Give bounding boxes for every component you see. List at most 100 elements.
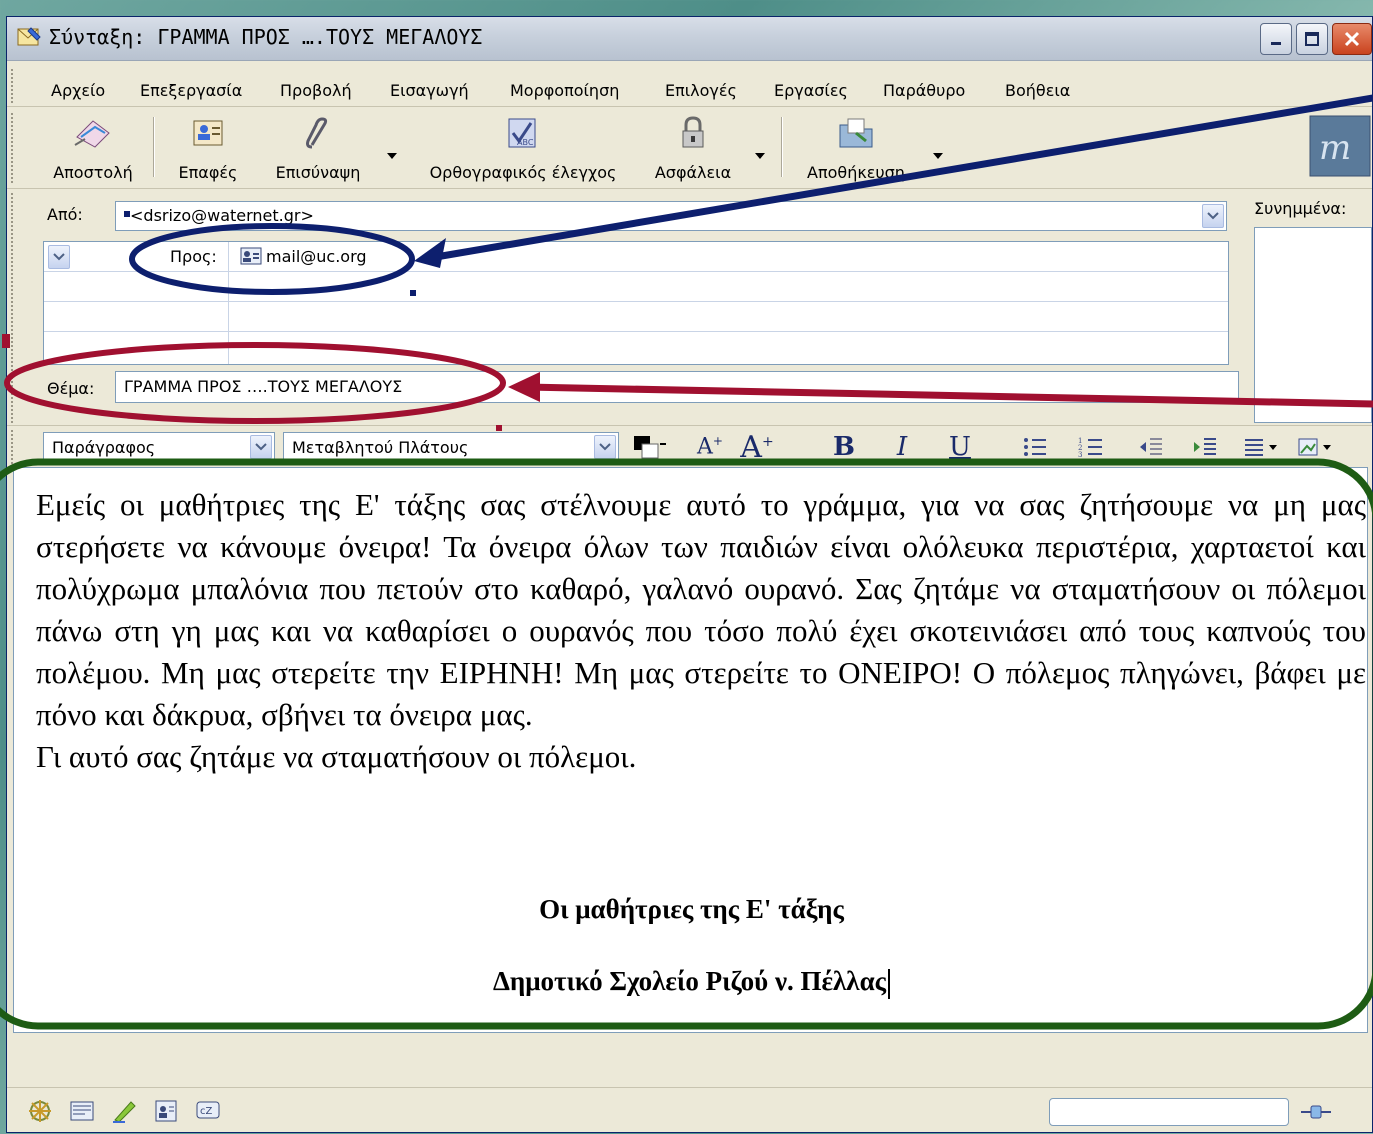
indent-button[interactable]: [1189, 430, 1221, 464]
to-label: Προς:: [170, 247, 217, 266]
italic-icon: I: [896, 432, 908, 462]
message-body: Εμείς οι μαθήτριες της Ε' τάξης σας στέλ…: [36, 484, 1366, 778]
svg-text:ABC: ABC: [517, 138, 534, 147]
font-select[interactable]: Μεταβλητού Πλάτους: [283, 432, 619, 462]
contacts-icon: [193, 120, 223, 146]
menu-edit[interactable]: Επεξεργασία: [140, 81, 242, 100]
outdent-button[interactable]: [1135, 430, 1167, 464]
menu-file[interactable]: Αρχείο: [51, 81, 105, 100]
paragraph-dropdown-button[interactable]: [250, 435, 272, 459]
font-larger-button[interactable]: A+: [737, 429, 777, 465]
save-dropdown-arrow[interactable]: [933, 153, 943, 159]
irc-chat-icon[interactable]: cZ: [195, 1098, 221, 1124]
progress-bar: [1049, 1098, 1289, 1126]
text-color-button[interactable]: [629, 430, 671, 464]
composer-icon[interactable]: [111, 1098, 137, 1124]
recipient-row-empty[interactable]: [44, 302, 1228, 332]
numbered-list-icon: 123: [1078, 437, 1102, 458]
security-button[interactable]: Ασφάλεια: [643, 109, 743, 185]
underline-button[interactable]: U: [945, 430, 975, 464]
font-smaller-button[interactable]: A+: [693, 430, 727, 464]
format-grip[interactable]: [11, 430, 17, 464]
address-card-icon: [240, 247, 262, 265]
chevron-down-icon: [599, 443, 611, 451]
menu-insert[interactable]: Εισαγωγή: [390, 81, 469, 100]
recipient-row-empty[interactable]: [44, 332, 1228, 362]
maximize-button[interactable]: [1296, 23, 1328, 55]
attach-button[interactable]: Επισύναψη: [263, 109, 373, 185]
bullet-list-icon: [1024, 438, 1046, 456]
main-toolbar: Αποστολή Επαφές Επισύναψη ABC Ορθογραφικ…: [7, 107, 1372, 189]
menu-grip[interactable]: [11, 69, 17, 103]
menu-format[interactable]: Μορφοποίηση: [510, 81, 619, 100]
recipient-row[interactable]: Προς: mail@uc.org: [44, 242, 1228, 272]
attachments-label: Συνημμένα:: [1254, 199, 1347, 218]
insert-image-icon: [1298, 438, 1331, 456]
close-button[interactable]: [1332, 23, 1372, 55]
mozilla-logo-icon: m: [1309, 115, 1371, 177]
window-title: Σύνταξη: ΓΡΑΜΜΑ ΠΡΟΣ ….ΤΟΥΣ ΜΕΓΑΛΟΥΣ: [49, 25, 483, 49]
svg-text:m: m: [1319, 128, 1351, 168]
subject-input[interactable]: ΓΡΑΜΜΑ ΠΡΟΣ ….ΤΟΥΣ ΜΕΓΑΛΟΥΣ: [115, 371, 1239, 403]
online-status-icon[interactable]: [1299, 1098, 1333, 1126]
toolbar-grip[interactable]: [11, 113, 17, 183]
menu-help[interactable]: Βοήθεια: [1005, 81, 1070, 100]
menu-window[interactable]: Παράθυρο: [883, 81, 965, 100]
menu-tools[interactable]: Εργασίες: [774, 81, 848, 100]
text-caret: [888, 968, 891, 999]
save-button[interactable]: Αποθήκευση: [791, 109, 921, 185]
address-header: Από: <dsrizo@waternet.gr> Προς: mail@uc.…: [7, 189, 1240, 425]
maximize-icon: [1305, 32, 1319, 46]
align-button[interactable]: [1241, 430, 1285, 464]
to-value[interactable]: mail@uc.org: [266, 247, 367, 266]
font-larger-icon: A+: [740, 429, 774, 465]
paragraph-style-select[interactable]: Παράγραφος: [43, 432, 275, 462]
font-dropdown-button[interactable]: [594, 435, 616, 459]
bold-icon: B: [833, 432, 855, 462]
minimize-button[interactable]: [1260, 23, 1292, 55]
outdent-icon: [1140, 438, 1162, 455]
menu-bar: Αρχείο Επεξεργασία Προβολή Εισαγωγή Μορφ…: [7, 61, 1372, 107]
insert-object-button[interactable]: [1295, 430, 1339, 464]
message-body-editor[interactable]: Εμείς οι μαθήτριες της Ε' τάξης σας στέλ…: [13, 467, 1368, 1033]
spellcheck-icon: ABC: [508, 118, 536, 148]
recipient-row-empty[interactable]: [44, 272, 1228, 302]
close-icon: [1344, 31, 1360, 47]
subject-label: Θέμα:: [47, 379, 95, 398]
mail-icon[interactable]: [69, 1098, 95, 1124]
toolbar-separator: [781, 117, 783, 177]
from-dropdown-button[interactable]: [1202, 204, 1224, 228]
attach-dropdown-arrow[interactable]: [387, 153, 397, 159]
menu-options[interactable]: Επιλογές: [665, 81, 737, 100]
chevron-down-icon: [1207, 212, 1219, 220]
navigator-icon[interactable]: [27, 1098, 53, 1124]
align-icon: [1245, 439, 1277, 456]
bold-button[interactable]: B: [829, 430, 859, 464]
compose-window: Σύνταξη: ΓΡΑΜΜΑ ΠΡΟΣ ….ΤΟΥΣ ΜΕΓΑΛΟΥΣ Αρχ…: [6, 16, 1373, 1133]
signature-line-2: Δημοτικό Σχολείο Ριζού ν. Πέλλας: [14, 966, 1369, 999]
chevron-down-icon: [53, 253, 65, 261]
from-label: Από:: [47, 205, 83, 224]
address-book-icon[interactable]: [153, 1098, 179, 1124]
attachments-list[interactable]: [1254, 227, 1372, 423]
title-bar: Σύνταξη: ΓΡΑΜΜΑ ΠΡΟΣ ….ΤΟΥΣ ΜΕΓΑΛΟΥΣ: [7, 17, 1372, 61]
numbered-list-button[interactable]: 123: [1075, 430, 1107, 464]
header-grip[interactable]: [11, 193, 17, 423]
menu-view[interactable]: Προβολή: [280, 81, 352, 100]
from-select[interactable]: <dsrizo@waternet.gr>: [115, 201, 1227, 231]
security-dropdown-arrow[interactable]: [755, 153, 765, 159]
spellcheck-button[interactable]: ABC Ορθογραφικός έλεγχος: [411, 109, 635, 185]
toolbar-separator: [153, 117, 155, 177]
save-label: Αποθήκευση: [807, 163, 905, 182]
contacts-button[interactable]: Επαφές: [165, 109, 251, 185]
recipient-type-dropdown[interactable]: [48, 245, 70, 269]
bullet-list-button[interactable]: [1019, 430, 1051, 464]
recipient-column-divider: [228, 242, 229, 364]
status-bar: cZ: [7, 1087, 1372, 1134]
compose-icon: [17, 27, 41, 46]
attach-label: Επισύναψη: [275, 163, 361, 182]
font-smaller-icon: A+: [697, 434, 723, 460]
italic-button[interactable]: I: [887, 430, 917, 464]
subject-value: ΓΡΑΜΜΑ ΠΡΟΣ ….ΤΟΥΣ ΜΕΓΑΛΟΥΣ: [124, 377, 403, 396]
send-button[interactable]: Αποστολή: [43, 109, 143, 185]
